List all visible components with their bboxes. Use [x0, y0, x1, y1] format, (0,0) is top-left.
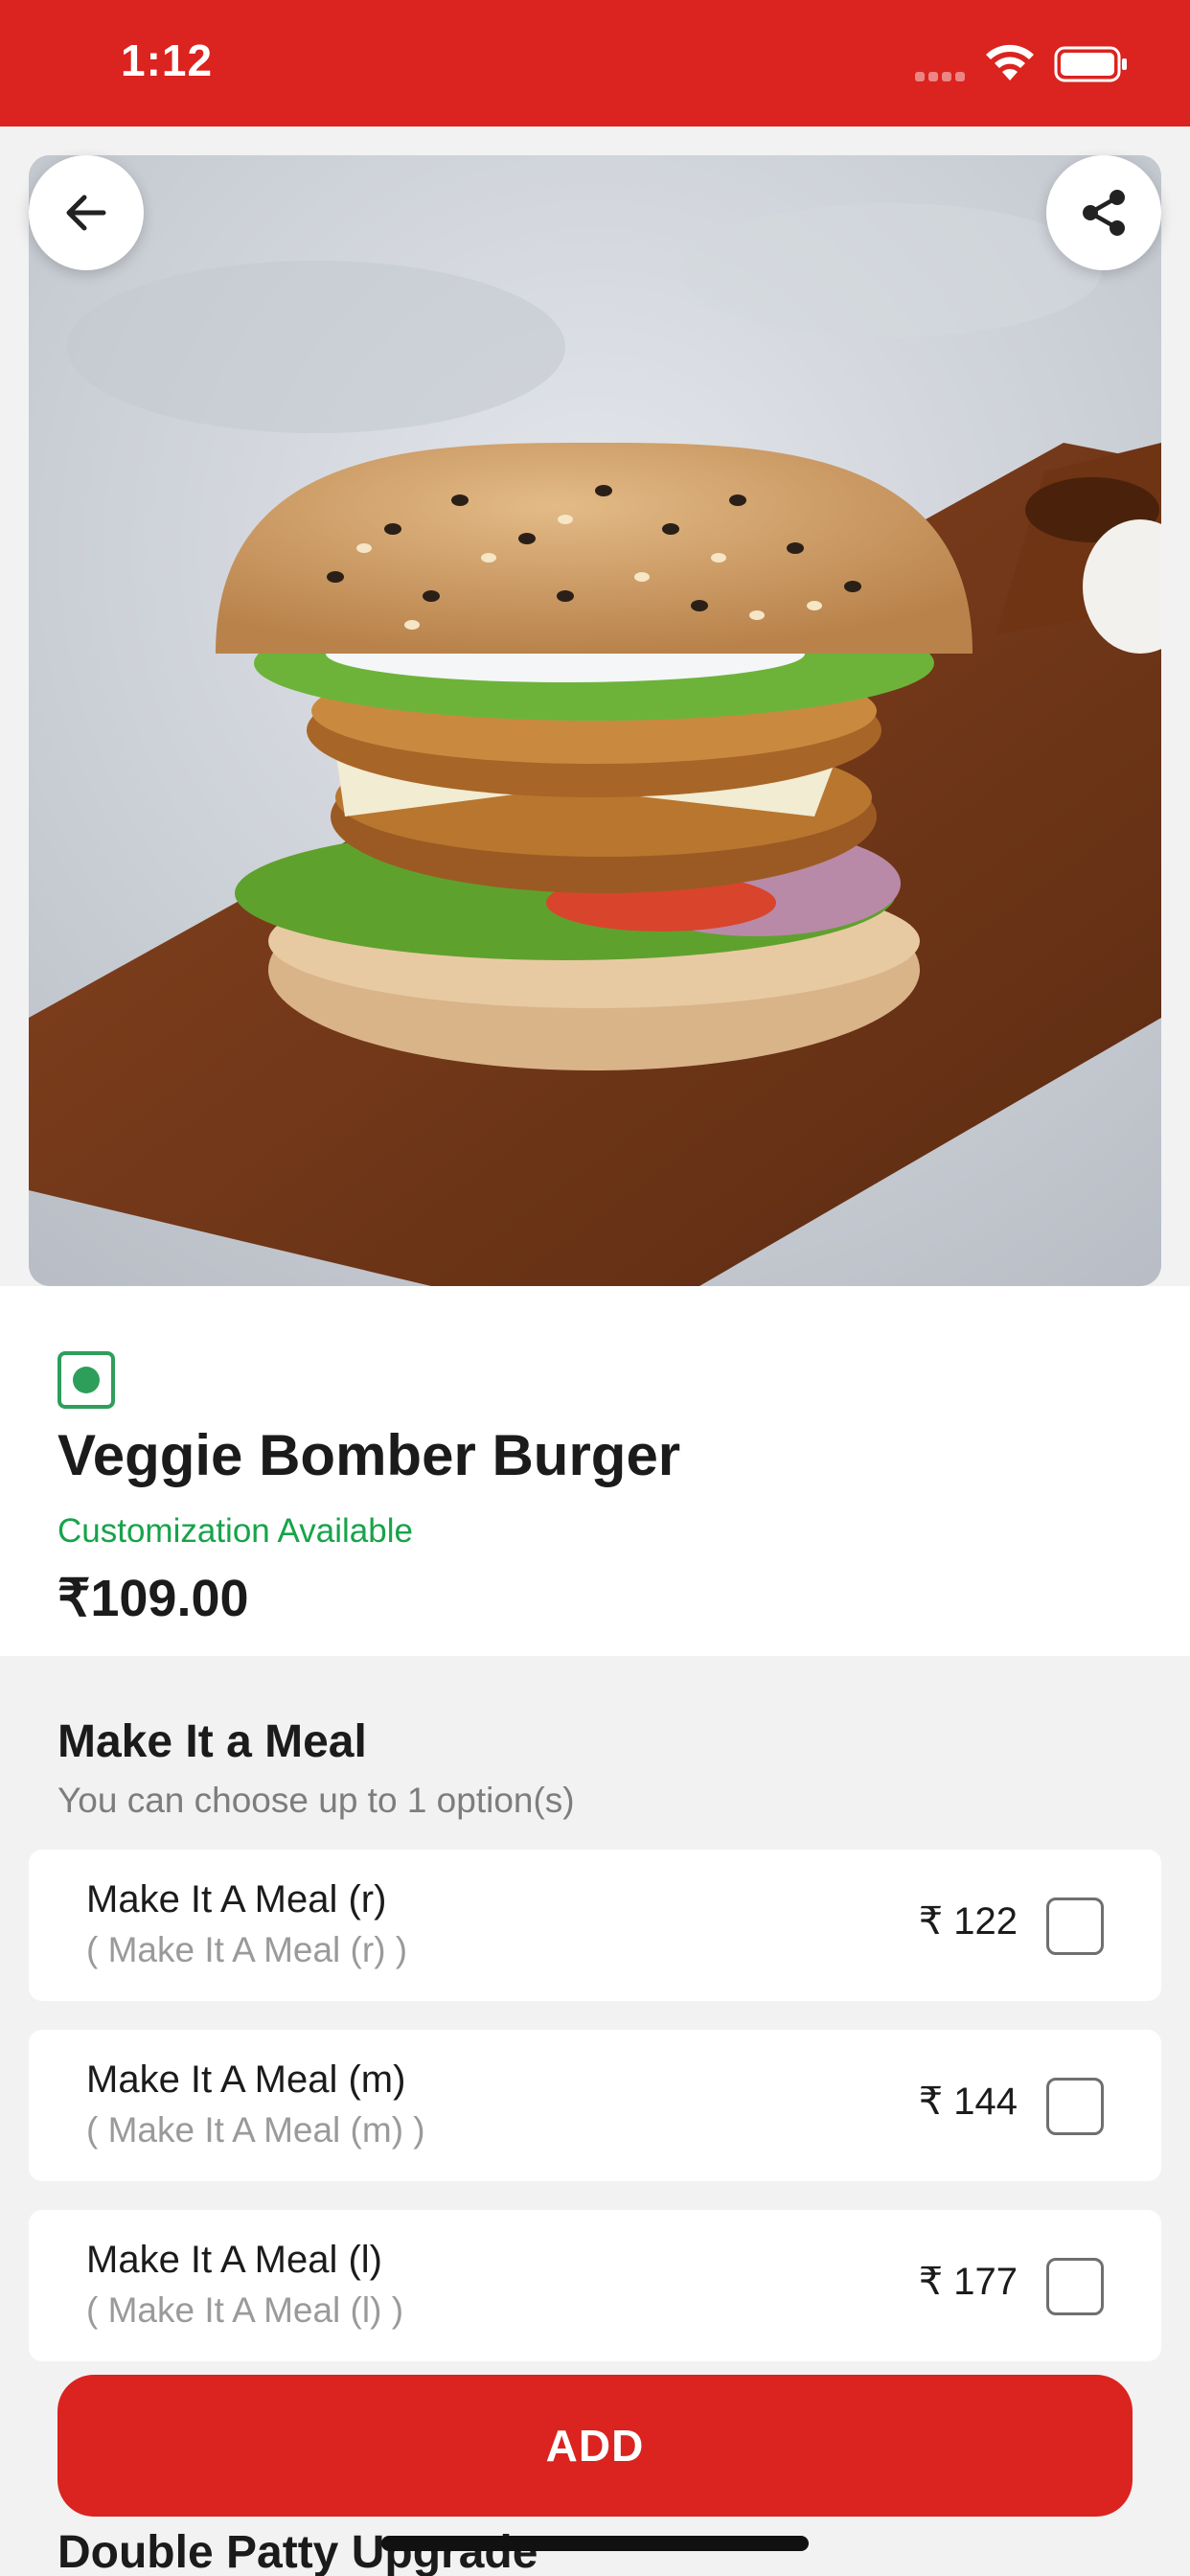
home-indicator[interactable] — [381, 2536, 809, 2551]
option-name: Make It A Meal (r) — [86, 1878, 387, 1920]
option-name: Make It A Meal (l) — [86, 2239, 382, 2281]
status-bar: 1:12 — [0, 0, 1190, 126]
option-description: ( Make It A Meal (r) ) — [86, 1930, 408, 1969]
arrow-left-icon — [66, 195, 106, 231]
add-button[interactable]: ADD — [57, 2375, 1133, 2517]
option-price: ₹ 122 — [918, 1900, 1018, 1943]
share-icon — [1083, 190, 1125, 236]
burger-photo-illustration — [29, 155, 1161, 1286]
option-checkbox[interactable] — [1046, 2078, 1104, 2135]
veg-indicator-icon — [57, 1351, 115, 1409]
section-subtitle: You can choose up to 1 option(s) — [57, 1781, 575, 1820]
customization-label: Customization Available — [57, 1512, 413, 1550]
back-button[interactable] — [29, 155, 144, 270]
option-price: ₹ 144 — [918, 2081, 1018, 2123]
option-checkbox[interactable] — [1046, 1898, 1104, 1955]
next-section-title: Double Patty Upgrade — [57, 2527, 538, 2576]
battery-icon — [1054, 46, 1127, 82]
option-row-meal-r[interactable]: Make It A Meal (r) ( Make It A Meal (r) … — [29, 1850, 1161, 2001]
product-name: Veggie Bomber Burger — [57, 1423, 681, 1487]
option-description: ( Make It A Meal (m) ) — [86, 2110, 425, 2150]
section-title: Make It a Meal — [57, 1716, 367, 1767]
signal-icon — [915, 69, 971, 81]
product-price: ₹109.00 — [57, 1570, 249, 1627]
wifi-icon — [986, 44, 1034, 80]
status-time: 1:12 — [121, 35, 214, 85]
share-button[interactable] — [1046, 155, 1161, 270]
option-price: ₹ 177 — [918, 2261, 1018, 2303]
option-name: Make It A Meal (m) — [86, 2058, 406, 2101]
option-description: ( Make It A Meal (l) ) — [86, 2290, 404, 2330]
option-row-meal-m[interactable]: Make It A Meal (m) ( Make It A Meal (m) … — [29, 2030, 1161, 2181]
option-row-meal-l[interactable]: Make It A Meal (l) ( Make It A Meal (l) … — [29, 2210, 1161, 2361]
option-checkbox[interactable] — [1046, 2258, 1104, 2315]
product-image — [29, 155, 1161, 1286]
